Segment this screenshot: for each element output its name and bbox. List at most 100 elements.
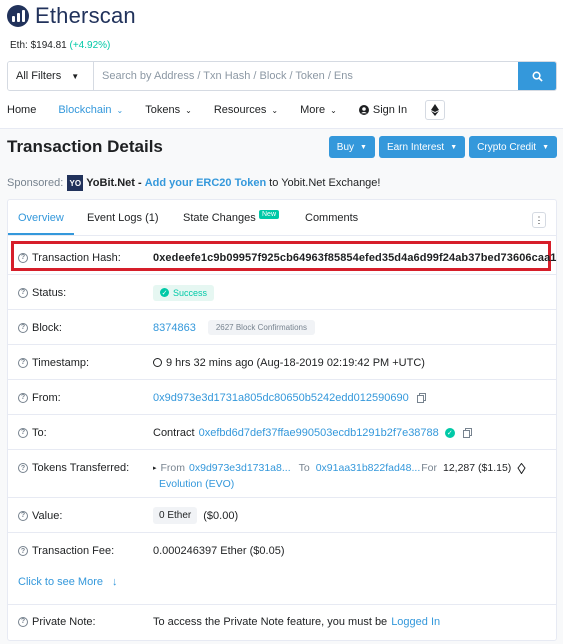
transaction-hash-value: 0xedeefe1c9b09957f925cb64963f85854efed35… bbox=[153, 251, 557, 264]
label: Private Note: bbox=[32, 615, 96, 628]
chevron-down-icon: ⌄ bbox=[116, 105, 124, 115]
sponsor-tail: to Yobit.Net Exchange! bbox=[269, 177, 381, 189]
search-button[interactable] bbox=[518, 62, 556, 90]
timestamp-value: 9 hrs 32 mins ago (Aug-18-2019 02:19:42 … bbox=[166, 356, 425, 369]
row-value: ? Value: 0 Ether ($0.00) bbox=[8, 499, 556, 533]
crypto-credit-button[interactable]: Crypto Credit ▼ bbox=[469, 136, 557, 158]
help-icon: ? bbox=[18, 427, 28, 438]
search-filter-select[interactable]: All Filters ▼ bbox=[8, 62, 94, 90]
page-title: Transaction Details bbox=[7, 137, 163, 156]
help-icon: ? bbox=[18, 463, 28, 473]
logo-icon bbox=[7, 5, 29, 27]
token-amount: 12,287 ($1.15) bbox=[442, 462, 512, 474]
private-note-text: To access the Private Note feature, you … bbox=[153, 615, 388, 628]
bullet-icon: ▸ bbox=[153, 465, 157, 472]
label: From: bbox=[32, 391, 61, 404]
label: Status: bbox=[32, 286, 67, 299]
chevron-down-icon: ⌄ bbox=[185, 105, 192, 115]
chevron-down-icon: ▼ bbox=[450, 143, 458, 151]
for-label: For bbox=[421, 462, 437, 474]
to-address-link[interactable]: 0xefbd6d7def37ffae990503ecdb1291b2f7e387… bbox=[199, 427, 439, 439]
help-icon: ? bbox=[18, 322, 28, 333]
chevron-down-icon: ▼ bbox=[542, 143, 549, 151]
contract-prefix: Contract bbox=[153, 426, 195, 439]
from-address-link[interactable]: 0x9d973e3d1731a805dc80650b5242edd0125906… bbox=[153, 392, 409, 404]
earn-interest-button[interactable]: Earn Interest ▼ bbox=[378, 136, 466, 158]
value-usd: ($0.00) bbox=[203, 509, 239, 522]
header: Etherscan Eth: $194.81 (+4.92%) All Filt… bbox=[0, 0, 563, 129]
chevron-down-icon: ⌄ bbox=[330, 105, 337, 115]
confirmations-badge: 2627 Block Confirmations bbox=[207, 320, 315, 335]
sponsored-label: Sponsored: bbox=[7, 177, 64, 189]
nav-blockchain[interactable]: Blockchain ⌄ bbox=[58, 104, 123, 116]
nav-home[interactable]: Home bbox=[7, 104, 36, 116]
check-circle-icon: ✓ bbox=[160, 288, 169, 297]
chevron-down-icon: ▼ bbox=[71, 71, 80, 81]
label: Transaction Fee: bbox=[32, 545, 115, 557]
sponsored-banner: Sponsored: YO YoBit.Net - Add your ERC20… bbox=[7, 175, 380, 191]
label: Block: bbox=[32, 321, 62, 334]
label: Timestamp: bbox=[32, 356, 90, 369]
label: To: bbox=[32, 426, 47, 439]
ethereum-icon bbox=[431, 104, 440, 116]
help-icon: ? bbox=[18, 252, 28, 263]
status-badge: ✓ Success bbox=[153, 284, 215, 301]
block-link[interactable]: 8374863 bbox=[153, 322, 196, 334]
row-transaction-fee: ? Transaction Fee: 0.000246397 Ether ($0.… bbox=[8, 534, 556, 568]
copy-icon[interactable] bbox=[462, 427, 472, 438]
chevron-down-icon: ▼ bbox=[360, 143, 367, 151]
fee-value: 0.000246397 Ether ($0.05) bbox=[153, 545, 285, 557]
buy-button[interactable]: Buy ▼ bbox=[328, 136, 375, 158]
new-badge: New bbox=[259, 210, 280, 219]
nav-sign-in[interactable]: Sign In bbox=[358, 104, 407, 116]
tab-bar: Overview Event Logs (1) State Changes Ne… bbox=[8, 200, 556, 236]
sponsor-brand: YoBit.Net bbox=[86, 177, 135, 189]
tab-event-logs[interactable]: Event Logs (1) bbox=[87, 212, 159, 224]
label: Tokens Transferred: bbox=[32, 462, 130, 474]
nav-tokens[interactable]: Tokens ⌄ bbox=[145, 104, 192, 116]
logo-text: Etherscan bbox=[35, 3, 136, 28]
sponsor-link[interactable]: Add your ERC20 Token bbox=[145, 177, 266, 189]
token-from-link[interactable]: 0x9d973e3d1731a8... bbox=[189, 462, 291, 474]
row-timestamp: ? Timestamp: 9 hrs 32 mins ago (Aug-18-20… bbox=[8, 346, 556, 380]
row-from: ? From: 0x9d973e3d1731a805dc80650b5242edd… bbox=[8, 381, 556, 415]
main-nav: Home Blockchain ⌄ Tokens ⌄ Resources ⌄ More… bbox=[7, 99, 446, 121]
search-input[interactable] bbox=[94, 62, 518, 90]
etherscan-logo[interactable]: Etherscan bbox=[7, 3, 136, 28]
help-icon: ? bbox=[18, 510, 28, 521]
tab-state-changes[interactable]: State Changes bbox=[183, 212, 256, 224]
chevron-down-icon: ⌄ bbox=[271, 105, 279, 115]
more-options-button[interactable]: ⋮ bbox=[532, 212, 546, 228]
label: Transaction Hash: bbox=[32, 251, 121, 264]
nav-more[interactable]: More ⌄ bbox=[300, 104, 337, 116]
label: Value: bbox=[32, 509, 63, 522]
help-icon: ? bbox=[18, 616, 28, 627]
token-to-link[interactable]: 0x91aa31b822fad48... bbox=[316, 462, 421, 474]
tab-overview[interactable]: Overview bbox=[18, 212, 64, 224]
page-actions: Buy ▼ Earn Interest ▼ Crypto Credit ▼ bbox=[325, 136, 557, 158]
help-icon: ? bbox=[18, 357, 28, 368]
help-icon: ? bbox=[18, 546, 28, 556]
nav-resources[interactable]: Resources ⌄ bbox=[214, 104, 278, 116]
search-bar: All Filters ▼ bbox=[7, 61, 557, 91]
user-icon bbox=[358, 105, 369, 115]
verified-check-icon: ✓ bbox=[444, 427, 455, 438]
sponsor-dash: - bbox=[134, 177, 145, 189]
row-tokens-transferred: ? Tokens Transferred: ▸ From 0x9d973e3d17… bbox=[8, 451, 556, 498]
network-switch-button[interactable] bbox=[425, 100, 446, 120]
yobit-logo: YO bbox=[67, 175, 84, 191]
help-icon: ? bbox=[18, 392, 28, 403]
transaction-card: Overview Event Logs (1) State Changes Ne… bbox=[7, 199, 557, 641]
token-name-link[interactable]: Evolution (EVO) bbox=[159, 478, 234, 490]
eth-price-change: (+4.92%) bbox=[69, 40, 111, 51]
login-link[interactable]: Logged In bbox=[391, 616, 440, 628]
row-private-note: ? Private Note: To access the Private Not… bbox=[8, 604, 556, 638]
active-tab-indicator bbox=[8, 233, 74, 235]
row-transaction-hash: ? Transaction Hash: 0xedeefe1c9b09957f925… bbox=[8, 241, 556, 275]
copy-icon[interactable] bbox=[416, 392, 426, 403]
see-more-link[interactable]: Click to see More ↓ bbox=[18, 576, 118, 588]
arrow-down-icon: ↓ bbox=[112, 576, 118, 588]
help-icon: ? bbox=[18, 287, 28, 298]
from-label: From bbox=[160, 462, 186, 474]
tab-comments[interactable]: Comments bbox=[305, 212, 358, 224]
